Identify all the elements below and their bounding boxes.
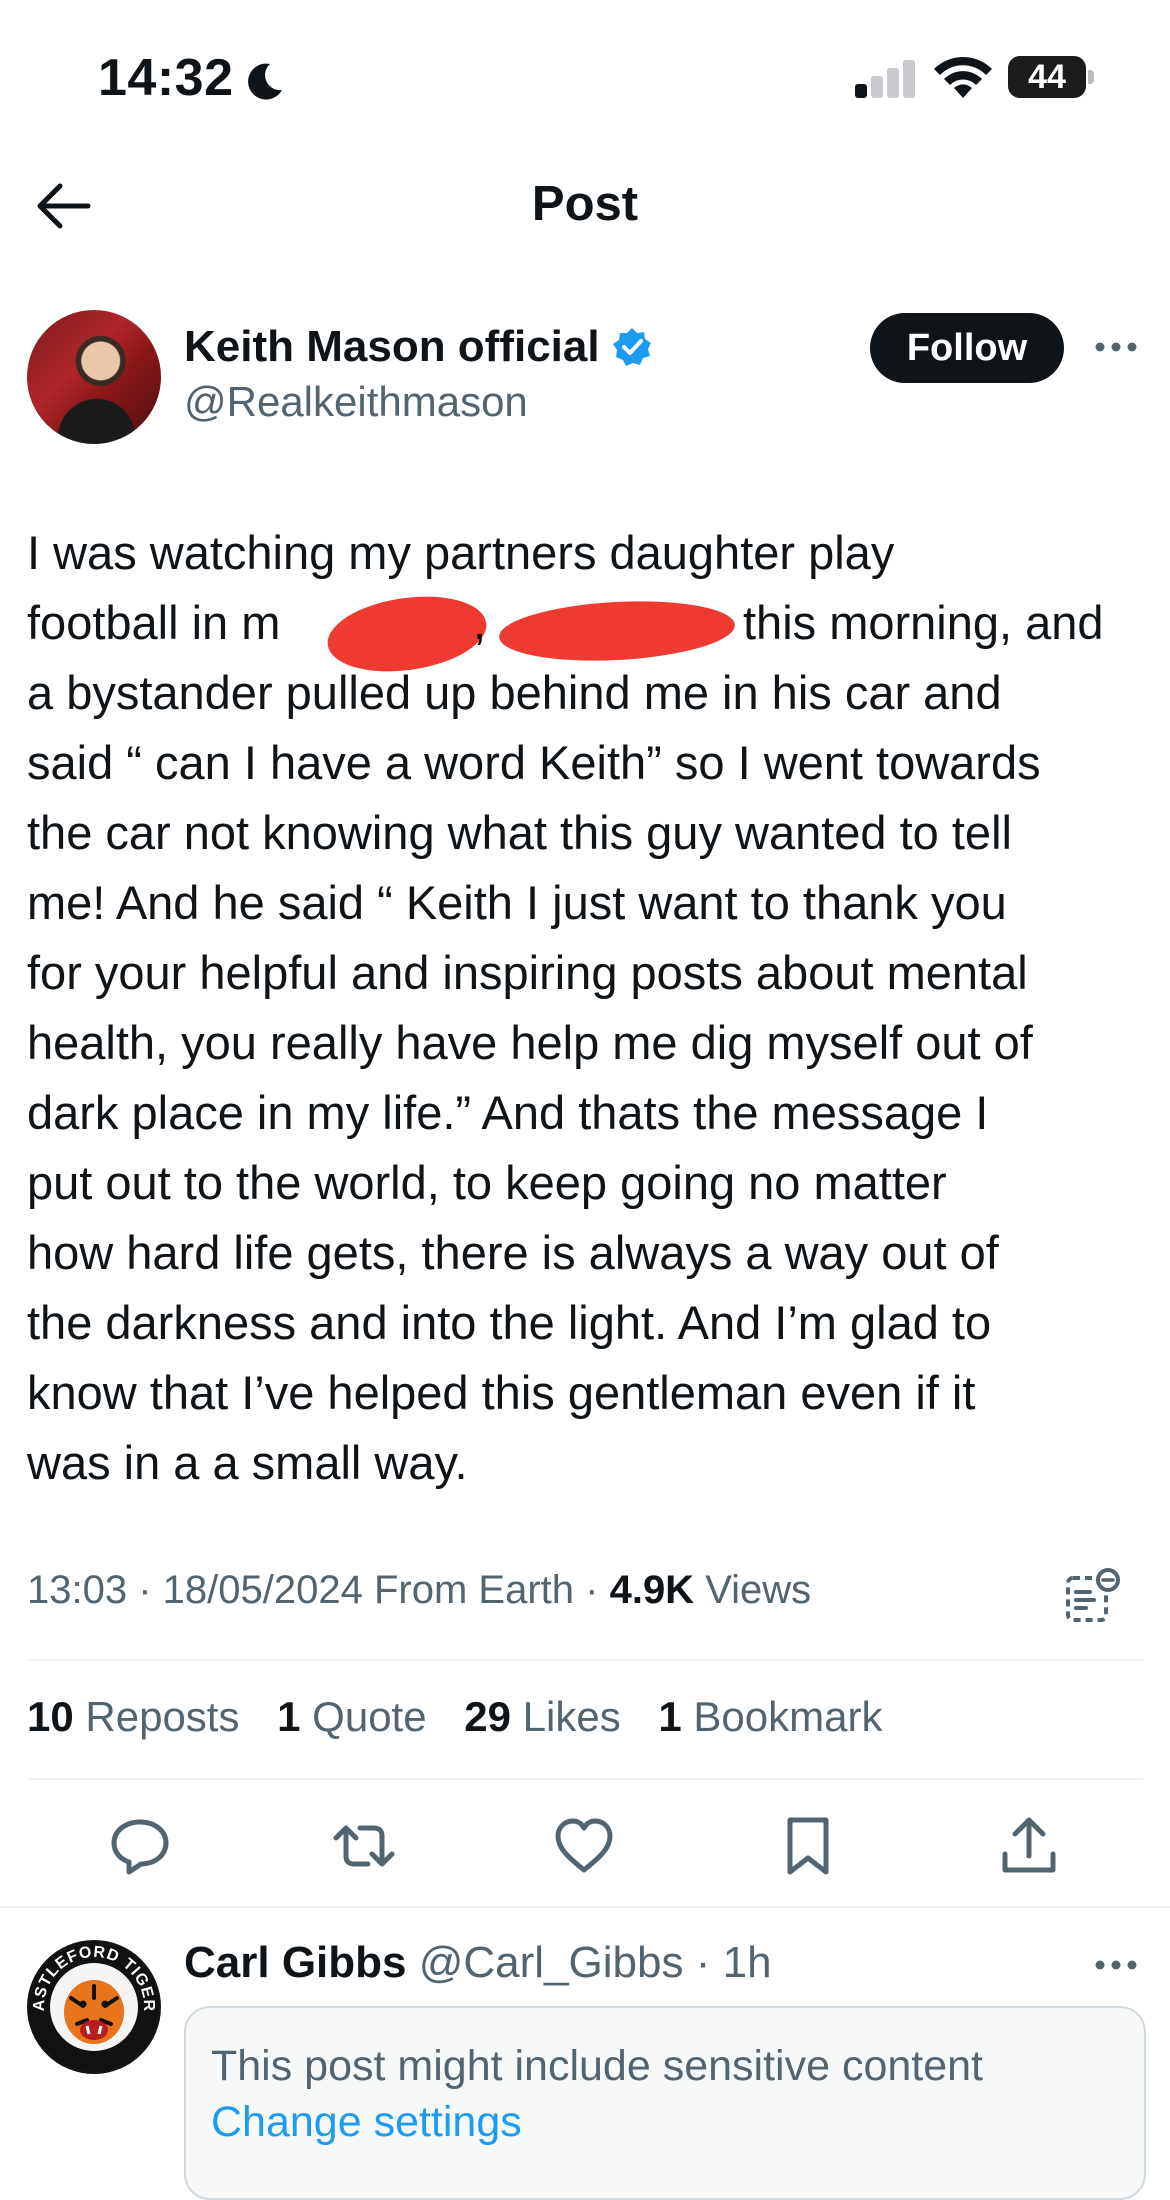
status-time: 14:32 [98, 49, 234, 107]
post-line: I was watching my partners daughter play [27, 526, 895, 579]
post-date[interactable]: 18/05/2024 [163, 1568, 363, 1613]
repost-icon[interactable] [332, 1814, 396, 1878]
share-icon[interactable] [997, 1814, 1061, 1878]
post-source: From Earth [373, 1568, 575, 1612]
post-line: put out to the world, to keep going no m… [27, 1156, 947, 1209]
reposts-count[interactable]: 10 Reposts [27, 1693, 239, 1740]
change-settings-link[interactable]: Change settings [211, 2098, 522, 2147]
author-name[interactable]: Keith Mason official [184, 322, 652, 372]
reply-space [407, 1938, 419, 1987]
post-line: for your helpful and inspiring posts abo… [27, 946, 1028, 999]
post-line: me! And he said “ Keith I just want to t… [27, 876, 1007, 929]
post-line: the car not knowing what this guy wanted… [27, 806, 1012, 859]
signal-icon [855, 58, 915, 98]
follow-button[interactable]: Follow [870, 313, 1064, 383]
engagement-counts: 10 Reposts 1 Quote 29 Likes 1 Bookmark [27, 1693, 882, 1741]
reposts-num: 10 [27, 1693, 74, 1740]
post-line: was in a a small way. [27, 1436, 468, 1489]
post-line-end: this morning, and [743, 596, 1104, 649]
more-horizontal-icon[interactable] [1094, 340, 1138, 354]
meta-space [363, 1568, 374, 1613]
post-line: a bystander pulled up behind me in his c… [27, 666, 1002, 719]
likes-label: Likes [522, 1693, 621, 1740]
post-line: dark place in my life.” And thats the me… [27, 1086, 989, 1139]
reply-time[interactable]: 1h [723, 1938, 772, 1987]
post-line-middle: , [473, 596, 487, 649]
meta-dot: · [127, 1568, 163, 1612]
post-line-redacted: football in m, this morning, and [27, 587, 1147, 681]
meta-dot: · [574, 1568, 610, 1612]
analytics-icon[interactable] [1064, 1566, 1122, 1624]
bookmark-icon[interactable] [776, 1814, 840, 1878]
reply-header: Carl Gibbs @Carl_Gibbs · 1h [184, 1938, 772, 1988]
avatar[interactable] [27, 310, 161, 444]
post-line-start: football in m [27, 596, 281, 649]
battery-tip [1088, 70, 1094, 84]
wifi-icon [934, 56, 992, 98]
reposts-label: Reposts [85, 1693, 240, 1740]
moon-icon [248, 63, 282, 100]
likes-num: 29 [464, 1693, 511, 1740]
post-meta: 13:03 · 18/05/2024 From Earth · 4.9K Vie… [27, 1568, 811, 1613]
verified-badge-icon [612, 328, 651, 366]
battery-icon: 44 [1008, 56, 1086, 98]
bookmark-num: 1 [658, 1693, 682, 1740]
post-line: the darkness and into the light. And I’m… [27, 1296, 992, 1349]
quote-count[interactable]: 1 Quote [277, 1693, 426, 1740]
reply-avatar[interactable]: CASTLEFORD TIGERS [27, 1940, 161, 2074]
post-text: I was watching my partners daughter play… [27, 518, 1147, 1498]
post-line: know that I’ve helped this gentleman eve… [27, 1366, 976, 1419]
views-label: Views [705, 1568, 812, 1612]
bookmark-label: Bookmark [693, 1693, 883, 1740]
quote-label: Quote [312, 1693, 427, 1740]
author-name-text[interactable]: Keith Mason official [184, 322, 600, 372]
post-line: health, you really have help me dig myse… [27, 1016, 1033, 1069]
more-horizontal-icon[interactable] [1094, 1958, 1138, 1972]
author-handle[interactable]: @Realkeithmason [184, 378, 528, 426]
likes-count[interactable]: 29 Likes [464, 1693, 620, 1740]
quote-num: 1 [277, 1693, 301, 1740]
bookmark-count[interactable]: 1 Bookmark [658, 1693, 882, 1740]
page-title: Post [531, 177, 639, 231]
meta-space [694, 1568, 705, 1613]
reply-dot: · [683, 1938, 723, 1987]
reply-author-name[interactable]: Carl Gibbs [184, 1938, 407, 1987]
reply-icon[interactable] [108, 1814, 172, 1878]
like-icon[interactable] [552, 1814, 616, 1878]
views-count: 4.9K [609, 1568, 695, 1612]
divider [0, 1906, 1170, 1908]
post-line: said “ can I have a word Keith” so I wen… [27, 736, 1041, 789]
divider [27, 1778, 1143, 1780]
sensitive-content-text: This post might include sensitive conten… [211, 2042, 984, 2090]
castleford-tigers-logo: CASTLEFORD TIGERS [27, 1940, 158, 2071]
reply-author-handle[interactable]: @Carl_Gibbs [419, 1938, 684, 1987]
divider [27, 1659, 1143, 1661]
post-time[interactable]: 13:03 [27, 1568, 127, 1613]
post-line: how hard life gets, there is always a wa… [27, 1226, 999, 1279]
redaction-mark [497, 595, 737, 667]
